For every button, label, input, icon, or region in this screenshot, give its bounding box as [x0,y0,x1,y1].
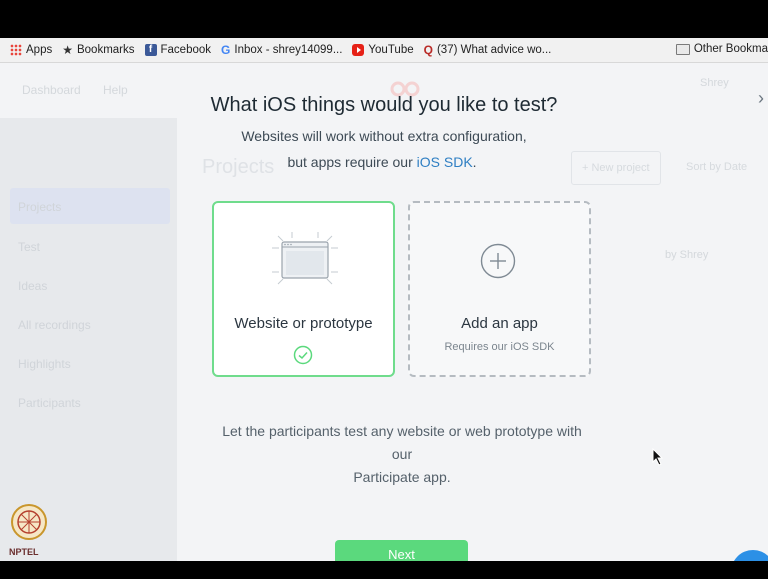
website-option-card[interactable]: Website or prototype [212,201,395,377]
bookmark-label: Inbox - shrey14099... [234,44,343,56]
nptel-label: NPTEL [9,547,39,557]
bookmark-apps[interactable]: Apps [10,44,52,56]
sidebar-item-recordings[interactable]: All recordings [18,318,91,332]
facebook-icon: f [144,44,157,56]
description-line2: Participate app. [353,469,451,485]
user-name: Shrey [700,77,729,89]
ios-sdk-link[interactable]: iOS SDK [417,154,473,170]
bookmark-label: Apps [26,44,53,56]
bookmark-label: Facebook [160,44,212,56]
sidebar-item-test[interactable]: Test [18,240,40,254]
add-app-label: Add an app [461,315,538,332]
modal-title: What iOS things would you like to test? [210,94,558,116]
nptel-emblem-icon [11,504,47,540]
add-app-option-card[interactable]: Add an app Requires our iOS SDK [408,201,591,377]
bookmark-facebook[interactable]: f Facebook [144,44,212,56]
nptel-logo: NPTEL [9,498,49,560]
modal-subtitle-line2: but apps require our iOS SDK. [0,154,768,170]
bookmark-quora[interactable]: Q (37) What advice wo... [424,44,552,56]
youtube-icon [352,44,365,56]
check-circle-icon [293,345,313,365]
folder-icon [675,43,690,55]
row-owner: by Shrey [665,249,709,261]
subtitle-text: but apps require our [287,154,417,170]
sidebar: Projects Test Ideas All recordings Highl… [0,118,177,561]
sidebar-item-highlights[interactable]: Highlights [18,357,71,371]
bookmark-youtube[interactable]: YouTube [352,44,414,56]
plus-circle-icon [480,243,516,279]
bookmark-label: Bookmarks [76,44,135,56]
chat-help-button[interactable] [731,550,768,561]
video-letterbox-bottom [0,561,768,579]
mouse-cursor-icon [652,448,664,466]
bookmark-inbox[interactable]: G Inbox - shrey14099... [221,44,342,56]
sidebar-item-projects[interactable]: Projects [18,200,61,214]
sidebar-item-participants[interactable]: Participants [18,396,81,410]
other-bookmarks[interactable]: Other Bookma [675,43,768,55]
description-line1: Let the participants test any website or… [222,423,582,462]
app-page: Dashboard Help Shrey Projects Test Ideas… [0,63,768,561]
add-app-sublabel: Requires our iOS SDK [444,341,555,353]
website-option-label: Website or prototype [234,315,373,332]
google-icon: G [221,43,231,57]
star-icon: ★ [62,43,73,57]
apps-icon [10,44,22,56]
bookmark-label: (37) What advice wo... [436,44,552,56]
option-description: Let the participants test any website or… [212,420,592,489]
sidebar-item-ideas[interactable]: Ideas [18,279,47,293]
quora-icon: Q [423,43,433,57]
other-bookmarks-label: Other Bookma [693,43,768,55]
video-letterbox-top [0,0,768,38]
bookmarks-bar: Apps ★ Bookmarks f Facebook G Inbox - sh… [0,38,768,63]
next-button[interactable]: Next [335,540,468,561]
bookmark-label: YouTube [368,44,414,56]
browser-window-icon [272,232,338,285]
bookmark-bookmarks[interactable]: ★ Bookmarks [62,44,134,56]
subtitle-period: . [472,154,477,170]
modal-subtitle-line1: Websites will work without extra configu… [241,128,527,144]
